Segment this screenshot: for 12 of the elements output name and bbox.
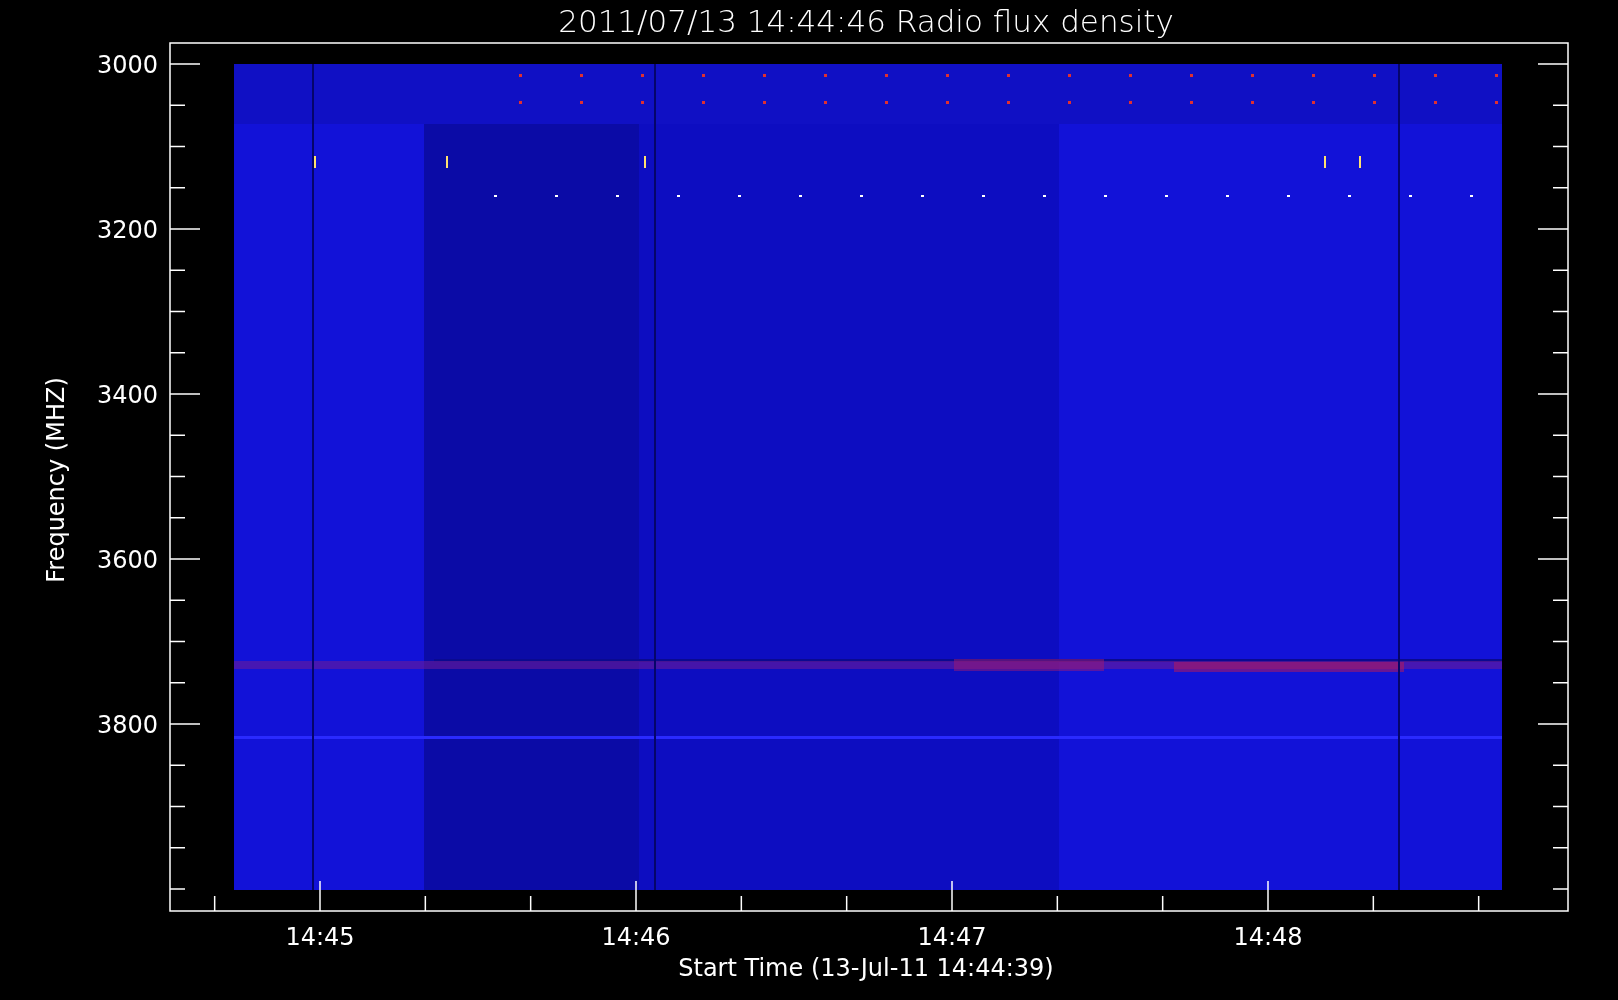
tick-label: 3400 <box>96 381 158 409</box>
tick-label: 14:47 <box>917 923 987 951</box>
tick-label: 3000 <box>96 51 158 79</box>
tick-label: 3800 <box>96 711 158 739</box>
axis-label: Start Time (13-Jul-11 14:44:39) <box>678 954 1054 982</box>
axis-label: Frequency (MHZ) <box>42 377 70 583</box>
tick-label: 3200 <box>96 216 158 244</box>
tick-label: 14:48 <box>1233 923 1303 951</box>
tick-label: 14:46 <box>601 923 671 951</box>
chart-title: 2011/07/13 14:44:46 Radio flux density <box>558 3 1174 39</box>
tick-label: 3600 <box>96 546 158 574</box>
tick-label: 14:45 <box>285 923 355 951</box>
